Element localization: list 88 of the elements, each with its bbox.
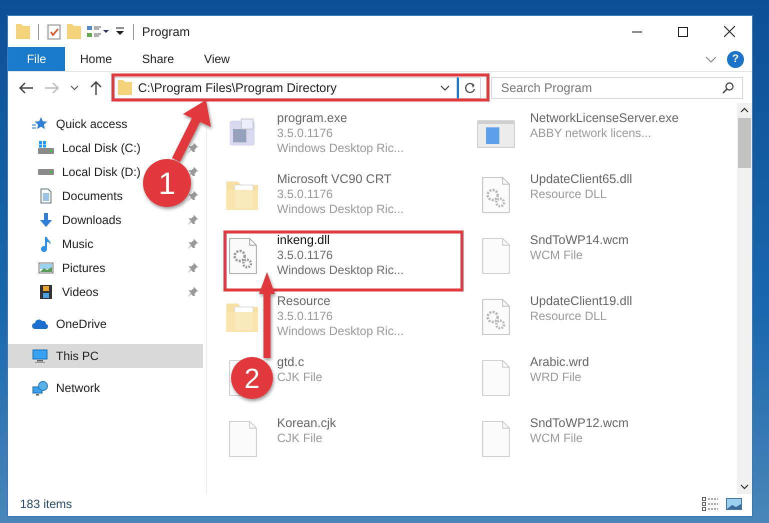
nav-item[interactable]: Quick access	[8, 112, 132, 136]
file-detail: 3.5.0.1176	[277, 126, 334, 141]
scroll-thumb[interactable]	[738, 118, 751, 168]
scroll-up-icon[interactable]	[740, 107, 749, 113]
pin-icon[interactable]	[188, 215, 198, 225]
file-name[interactable]: NetworkLicenseServer.exe	[530, 111, 679, 126]
file-name[interactable]: gtd.c	[277, 355, 322, 370]
window-title: Program	[142, 24, 190, 38]
pin-icon[interactable]	[188, 167, 198, 177]
file-name[interactable]: UpdateClient19.dll	[530, 294, 632, 309]
file-name[interactable]: Resource	[277, 294, 404, 309]
scroll-down-icon[interactable]	[740, 484, 749, 490]
ribbon-tab[interactable]: Home	[65, 47, 128, 71]
file-name[interactable]: inkeng.dll	[277, 233, 404, 248]
file-detail: ABBY network licens...	[530, 126, 652, 141]
nav-item[interactable]: Local Disk (C:)	[8, 136, 145, 160]
properties-icon[interactable]	[47, 24, 61, 40]
address-field[interactable]: C:\Program Files\Program Directory	[113, 76, 457, 98]
view-options-icon[interactable]	[87, 25, 109, 38]
item-count: 183 items	[20, 497, 72, 511]
refresh-icon	[464, 82, 476, 94]
file-name[interactable]: Arabic.wrd	[530, 355, 590, 370]
nav-item[interactable]: Local Disk (D:)	[8, 160, 145, 184]
pin-icon[interactable]	[188, 263, 198, 273]
file-detail: CJK File	[277, 431, 324, 446]
picture-icon	[38, 260, 54, 276]
search-icon[interactable]	[722, 82, 734, 94]
file-name[interactable]: SndToWP12.wcm	[530, 416, 629, 431]
monitor-icon	[32, 348, 48, 364]
expand-ribbon-icon[interactable]	[705, 56, 717, 62]
file-detail: 3.5.0.1176	[277, 187, 334, 202]
ribbon-tab[interactable]: Share	[127, 47, 190, 71]
close-icon	[724, 26, 734, 37]
film-icon	[38, 284, 54, 300]
file-detail: 3.5.0.1176	[277, 309, 334, 324]
file-detail: Windows Desktop Ric...	[277, 324, 404, 339]
help-button[interactable]: ?	[727, 50, 744, 68]
scrollbar[interactable]	[737, 103, 752, 494]
file-name[interactable]: Korean.cjk	[277, 416, 336, 431]
file-detail: Resource DLL	[530, 309, 608, 324]
customize-toolbar-icon[interactable]	[115, 27, 125, 36]
pin-icon[interactable]	[188, 287, 198, 297]
file-detail: WRD File	[530, 370, 582, 385]
up-arrow-icon[interactable]	[89, 80, 103, 96]
network-icon	[32, 380, 48, 396]
pin-icon[interactable]	[188, 191, 198, 201]
star-icon	[32, 116, 48, 132]
nav-item[interactable]: Pictures	[8, 256, 110, 280]
nav-item[interactable]: Videos	[8, 280, 102, 304]
dropdown-caret-icon[interactable]	[440, 84, 450, 90]
nav-item[interactable]: Downloads	[8, 208, 126, 232]
folder-icon	[118, 80, 132, 95]
ribbon-tab[interactable]: View	[189, 47, 245, 71]
callout-arrow	[172, 100, 211, 162]
file-detail: Resource DLL	[530, 187, 608, 202]
nav-item[interactable]: Documents	[8, 184, 127, 208]
details-view-icon[interactable]	[702, 497, 718, 511]
download-icon	[38, 212, 54, 228]
recent-locations-icon[interactable]	[70, 84, 79, 90]
nav-item[interactable]: OneDrive	[8, 312, 111, 336]
step-number-badge: 1	[143, 159, 191, 207]
drive-icon	[38, 169, 54, 175]
file-detail: 3.5.0.1176	[277, 248, 334, 263]
file-name[interactable]: Microsoft VC90 CRT	[277, 172, 404, 187]
maximize-icon	[678, 26, 688, 36]
file-detail: Windows Desktop Ric...	[277, 141, 404, 156]
file-detail: WCM File	[530, 431, 584, 446]
pin-icon[interactable]	[188, 239, 198, 249]
nav-item[interactable]: Network	[8, 376, 104, 400]
file-detail: WCM File	[530, 248, 584, 263]
pin-icon[interactable]	[188, 143, 198, 153]
file-name[interactable]: SndToWP14.wcm	[530, 233, 629, 248]
file-name[interactable]: program.exe	[277, 111, 404, 126]
drive-icon	[38, 140, 54, 156]
search-field[interactable]: Search Program	[491, 76, 743, 98]
file-detail: CJK File	[277, 370, 322, 385]
nav-item[interactable]: This PC	[8, 344, 203, 368]
step-number-badge: 2	[231, 357, 273, 399]
file-name[interactable]: UpdateClient65.dll	[530, 172, 632, 187]
refresh-button[interactable]	[457, 76, 481, 98]
large-icons-view-icon[interactable]	[726, 498, 742, 510]
minimize-icon	[632, 30, 642, 32]
nav-item[interactable]: Music	[8, 232, 98, 256]
file-menu-tab[interactable]: File	[8, 47, 65, 71]
file-detail: Windows Desktop Ric...	[277, 263, 404, 278]
back-icon[interactable]	[18, 80, 34, 94]
document-icon	[38, 188, 54, 204]
file-detail: Windows Desktop Ric...	[277, 202, 404, 217]
